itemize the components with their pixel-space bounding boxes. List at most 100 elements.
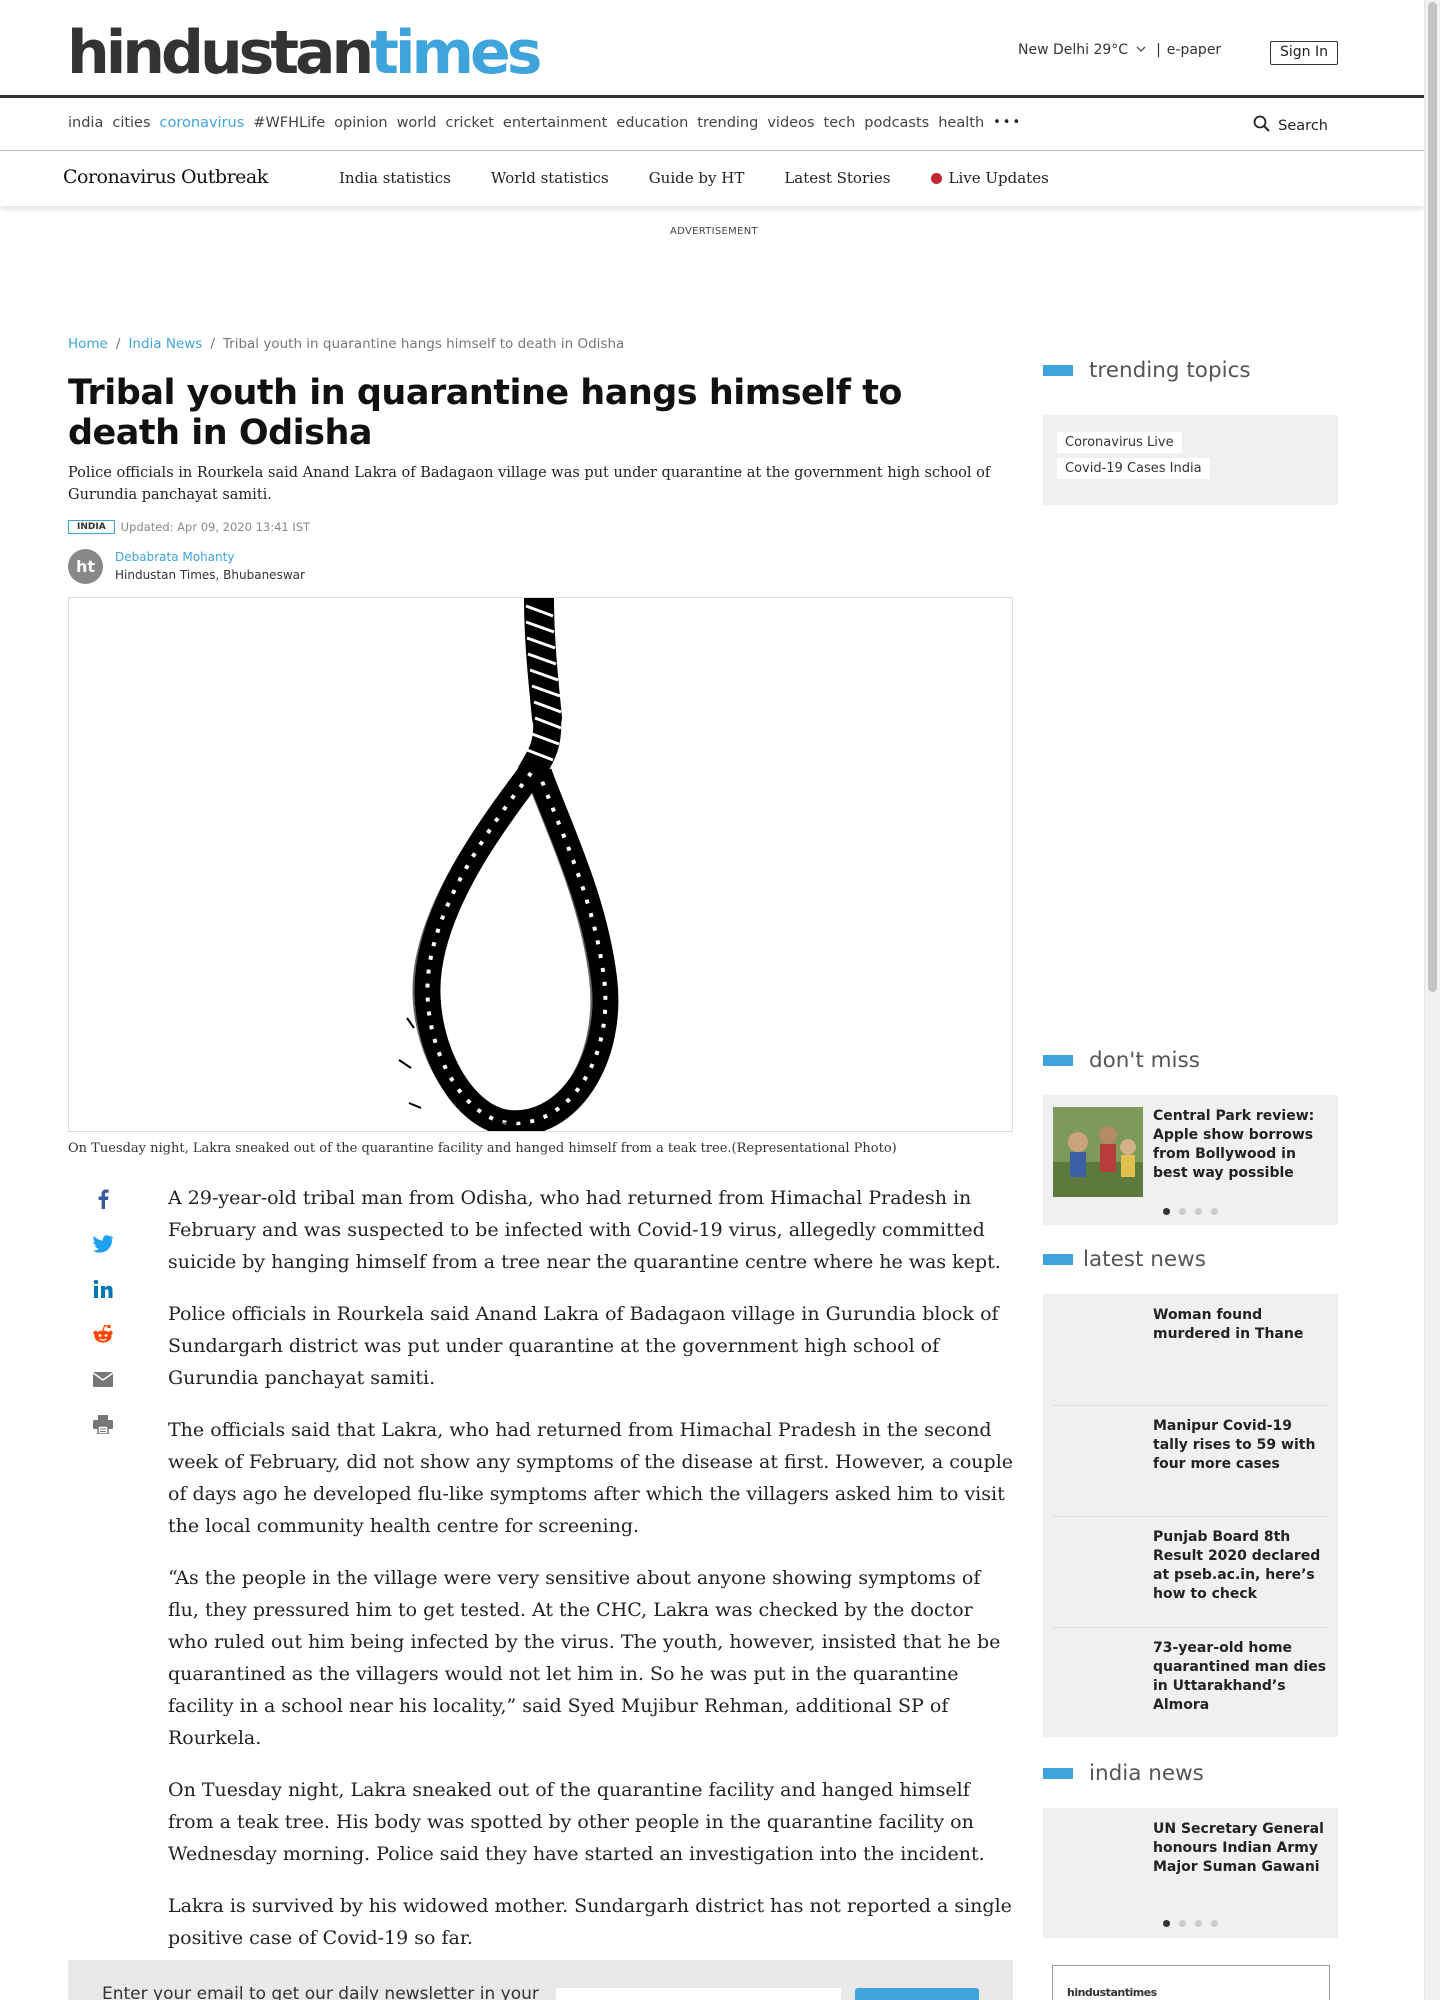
heading-accent-bar (1043, 1768, 1073, 1779)
article-paragraph: A 29-year-old tribal man from Odisha, wh… (168, 1187, 1001, 1273)
sidebar-ad[interactable]: hindustantimes (1052, 1965, 1330, 2000)
india-news-label: india news (1089, 1761, 1204, 1786)
coronavirus-links: India statistics World statistics Guide … (339, 169, 1049, 187)
more-menu-icon[interactable]: ••• (993, 115, 1022, 131)
carousel-dot[interactable] (1195, 1920, 1202, 1927)
newsletter-email-input[interactable] (556, 1988, 841, 2000)
latest-news-thumbnail (1053, 1306, 1143, 1396)
carousel-dots (1163, 1208, 1218, 1215)
nav-item-education[interactable]: education (616, 115, 688, 131)
newsletter-text: Enter your email to get our daily newsle… (102, 1984, 539, 2000)
dont-miss-headline[interactable]: Central Park review: Apple show borrows … (1153, 1107, 1328, 1183)
reddit-icon[interactable] (90, 1321, 116, 1347)
india-news-heading: india news (1043, 1761, 1204, 1786)
byline: ht Debabrata Mohanty Hindustan Times, Bh… (68, 549, 305, 584)
twitter-icon[interactable] (90, 1231, 116, 1257)
carousel-dot[interactable] (1163, 1208, 1170, 1215)
nav-item-wfhlife[interactable]: #WFHLife (253, 115, 325, 131)
weather-selector[interactable]: New Delhi 29°C (1018, 42, 1128, 58)
nav-item-india[interactable]: india (68, 115, 103, 131)
nav-item-videos[interactable]: videos (767, 115, 814, 131)
article-title: Tribal youth in quarantine hangs himself… (68, 373, 902, 453)
facebook-icon[interactable] (90, 1186, 116, 1212)
nav-item-tech[interactable]: tech (824, 115, 856, 131)
heading-accent-bar (1043, 365, 1073, 376)
article-body: A 29-year-old tribal man from Odisha, wh… (168, 1182, 1013, 1974)
latest-news-item[interactable]: Punjab Board 8th Result 2020 declared at… (1053, 1528, 1328, 1628)
newsletter-signup: Enter your email to get our daily newsle… (68, 1960, 1013, 2000)
sign-in-button[interactable]: Sign In (1270, 41, 1338, 65)
coronavirus-outbreak-title[interactable]: Coronavirus Outbreak (63, 166, 268, 188)
latest-news-item[interactable]: Woman found murdered in Thane (1053, 1306, 1328, 1406)
chevron-down-icon[interactable] (1136, 45, 1146, 56)
breadcrumb-india-news[interactable]: India News (128, 336, 202, 352)
ad-logo-text: hindustantimes (1067, 1986, 1157, 1999)
carousel-dot[interactable] (1211, 1920, 1218, 1927)
article-photo (68, 597, 1013, 1132)
article-summary: Police officials in Rourkela said Anand … (68, 465, 991, 503)
topic-chip[interactable]: Coronavirus Live (1057, 432, 1182, 453)
carousel-dot[interactable] (1179, 1920, 1186, 1927)
latest-news-item[interactable]: 73-year-old home quarantined man dies in… (1053, 1639, 1328, 1729)
logo-part-hindustan: hindustan (67, 18, 374, 88)
latest-news-headline: Punjab Board 8th Result 2020 declared at… (1153, 1529, 1321, 1602)
scrollbar-thumb[interactable] (1428, 2, 1437, 992)
latest-news-heading: latest news (1043, 1247, 1206, 1272)
print-icon[interactable] (90, 1411, 116, 1437)
nav-item-coronavirus[interactable]: coronavirus (160, 115, 245, 131)
logo-part-times: times (370, 18, 542, 88)
nav-item-world[interactable]: world (397, 115, 437, 131)
nav-item-trending[interactable]: trending (697, 115, 758, 131)
breadcrumb-home[interactable]: Home (68, 336, 108, 352)
newsletter-subscribe-button[interactable] (855, 1988, 979, 2000)
article-paragraph: On Tuesday night, Lakra sneaked out of t… (168, 1779, 985, 1865)
nav-item-podcasts[interactable]: podcasts (864, 115, 929, 131)
carousel-dot[interactable] (1195, 1208, 1202, 1215)
dont-miss-thumbnail[interactable] (1053, 1107, 1143, 1197)
site-logo[interactable]: hindustantimes (67, 18, 542, 88)
page-scrollbar[interactable] (1424, 0, 1440, 2000)
linkedin-icon[interactable] (90, 1276, 116, 1302)
photo-caption: On Tuesday night, Lakra sneaked out of t… (68, 1141, 897, 1156)
section-tag[interactable]: INDIA (68, 520, 115, 534)
updated-timestamp: Updated: Apr 09, 2020 13:41 IST (120, 520, 311, 534)
breadcrumb-sep: / (210, 336, 215, 352)
article-paragraph: Police officials in Rourkela said Anand … (168, 1303, 999, 1389)
article-meta: INDIA Updated: Apr 09, 2020 13:41 IST (68, 520, 310, 534)
nav-item-cities[interactable]: cities (112, 115, 150, 131)
live-updates-label: Live Updates (948, 169, 1049, 187)
india-news-headline[interactable]: UN Secretary General honours Indian Army… (1153, 1820, 1328, 1877)
nav-item-opinion[interactable]: opinion (334, 115, 387, 131)
breadcrumb: Home / India News / Tribal youth in quar… (68, 336, 624, 352)
search-button[interactable]: Search (1253, 115, 1328, 136)
guide-by-ht-link[interactable]: Guide by HT (649, 169, 745, 187)
latest-news-label: latest news (1083, 1247, 1206, 1272)
latest-news-headline: 73-year-old home quarantined man dies in… (1153, 1640, 1327, 1713)
author-name[interactable]: Debabrata Mohanty (115, 549, 305, 566)
latest-news-item[interactable]: Manipur Covid-19 tally rises to 59 with … (1053, 1417, 1328, 1517)
carousel-dot[interactable] (1163, 1920, 1170, 1927)
email-icon[interactable] (90, 1366, 116, 1392)
search-icon (1253, 115, 1270, 136)
header-utilities: New Delhi 29°C | e-paper (1018, 42, 1221, 58)
heading-accent-bar (1043, 1254, 1073, 1265)
carousel-dot[interactable] (1211, 1208, 1218, 1215)
india-news-thumbnail[interactable] (1053, 1820, 1143, 1910)
dont-miss-box: Central Park review: Apple show borrows … (1043, 1095, 1338, 1225)
author-avatar: ht (68, 549, 103, 584)
world-statistics-link[interactable]: World statistics (491, 169, 609, 187)
nav-item-health[interactable]: health (938, 115, 984, 131)
india-statistics-link[interactable]: India statistics (339, 169, 451, 187)
site-header: hindustantimes New Delhi 29°C | e-paper … (0, 0, 1424, 98)
latest-news-thumbnail (1053, 1639, 1143, 1729)
epaper-link[interactable]: e-paper (1167, 42, 1221, 58)
live-updates-link[interactable]: Live Updates (930, 169, 1049, 187)
nav-item-entertainment[interactable]: entertainment (503, 115, 607, 131)
search-label: Search (1278, 117, 1328, 134)
nav-item-cricket[interactable]: cricket (446, 115, 494, 131)
noose-illustration (398, 598, 619, 1131)
advertisement-label: ADVERTISEMENT (670, 226, 758, 237)
latest-stories-link[interactable]: Latest Stories (784, 169, 890, 187)
carousel-dot[interactable] (1179, 1208, 1186, 1215)
topic-chip[interactable]: Covid-19 Cases India (1057, 458, 1210, 479)
